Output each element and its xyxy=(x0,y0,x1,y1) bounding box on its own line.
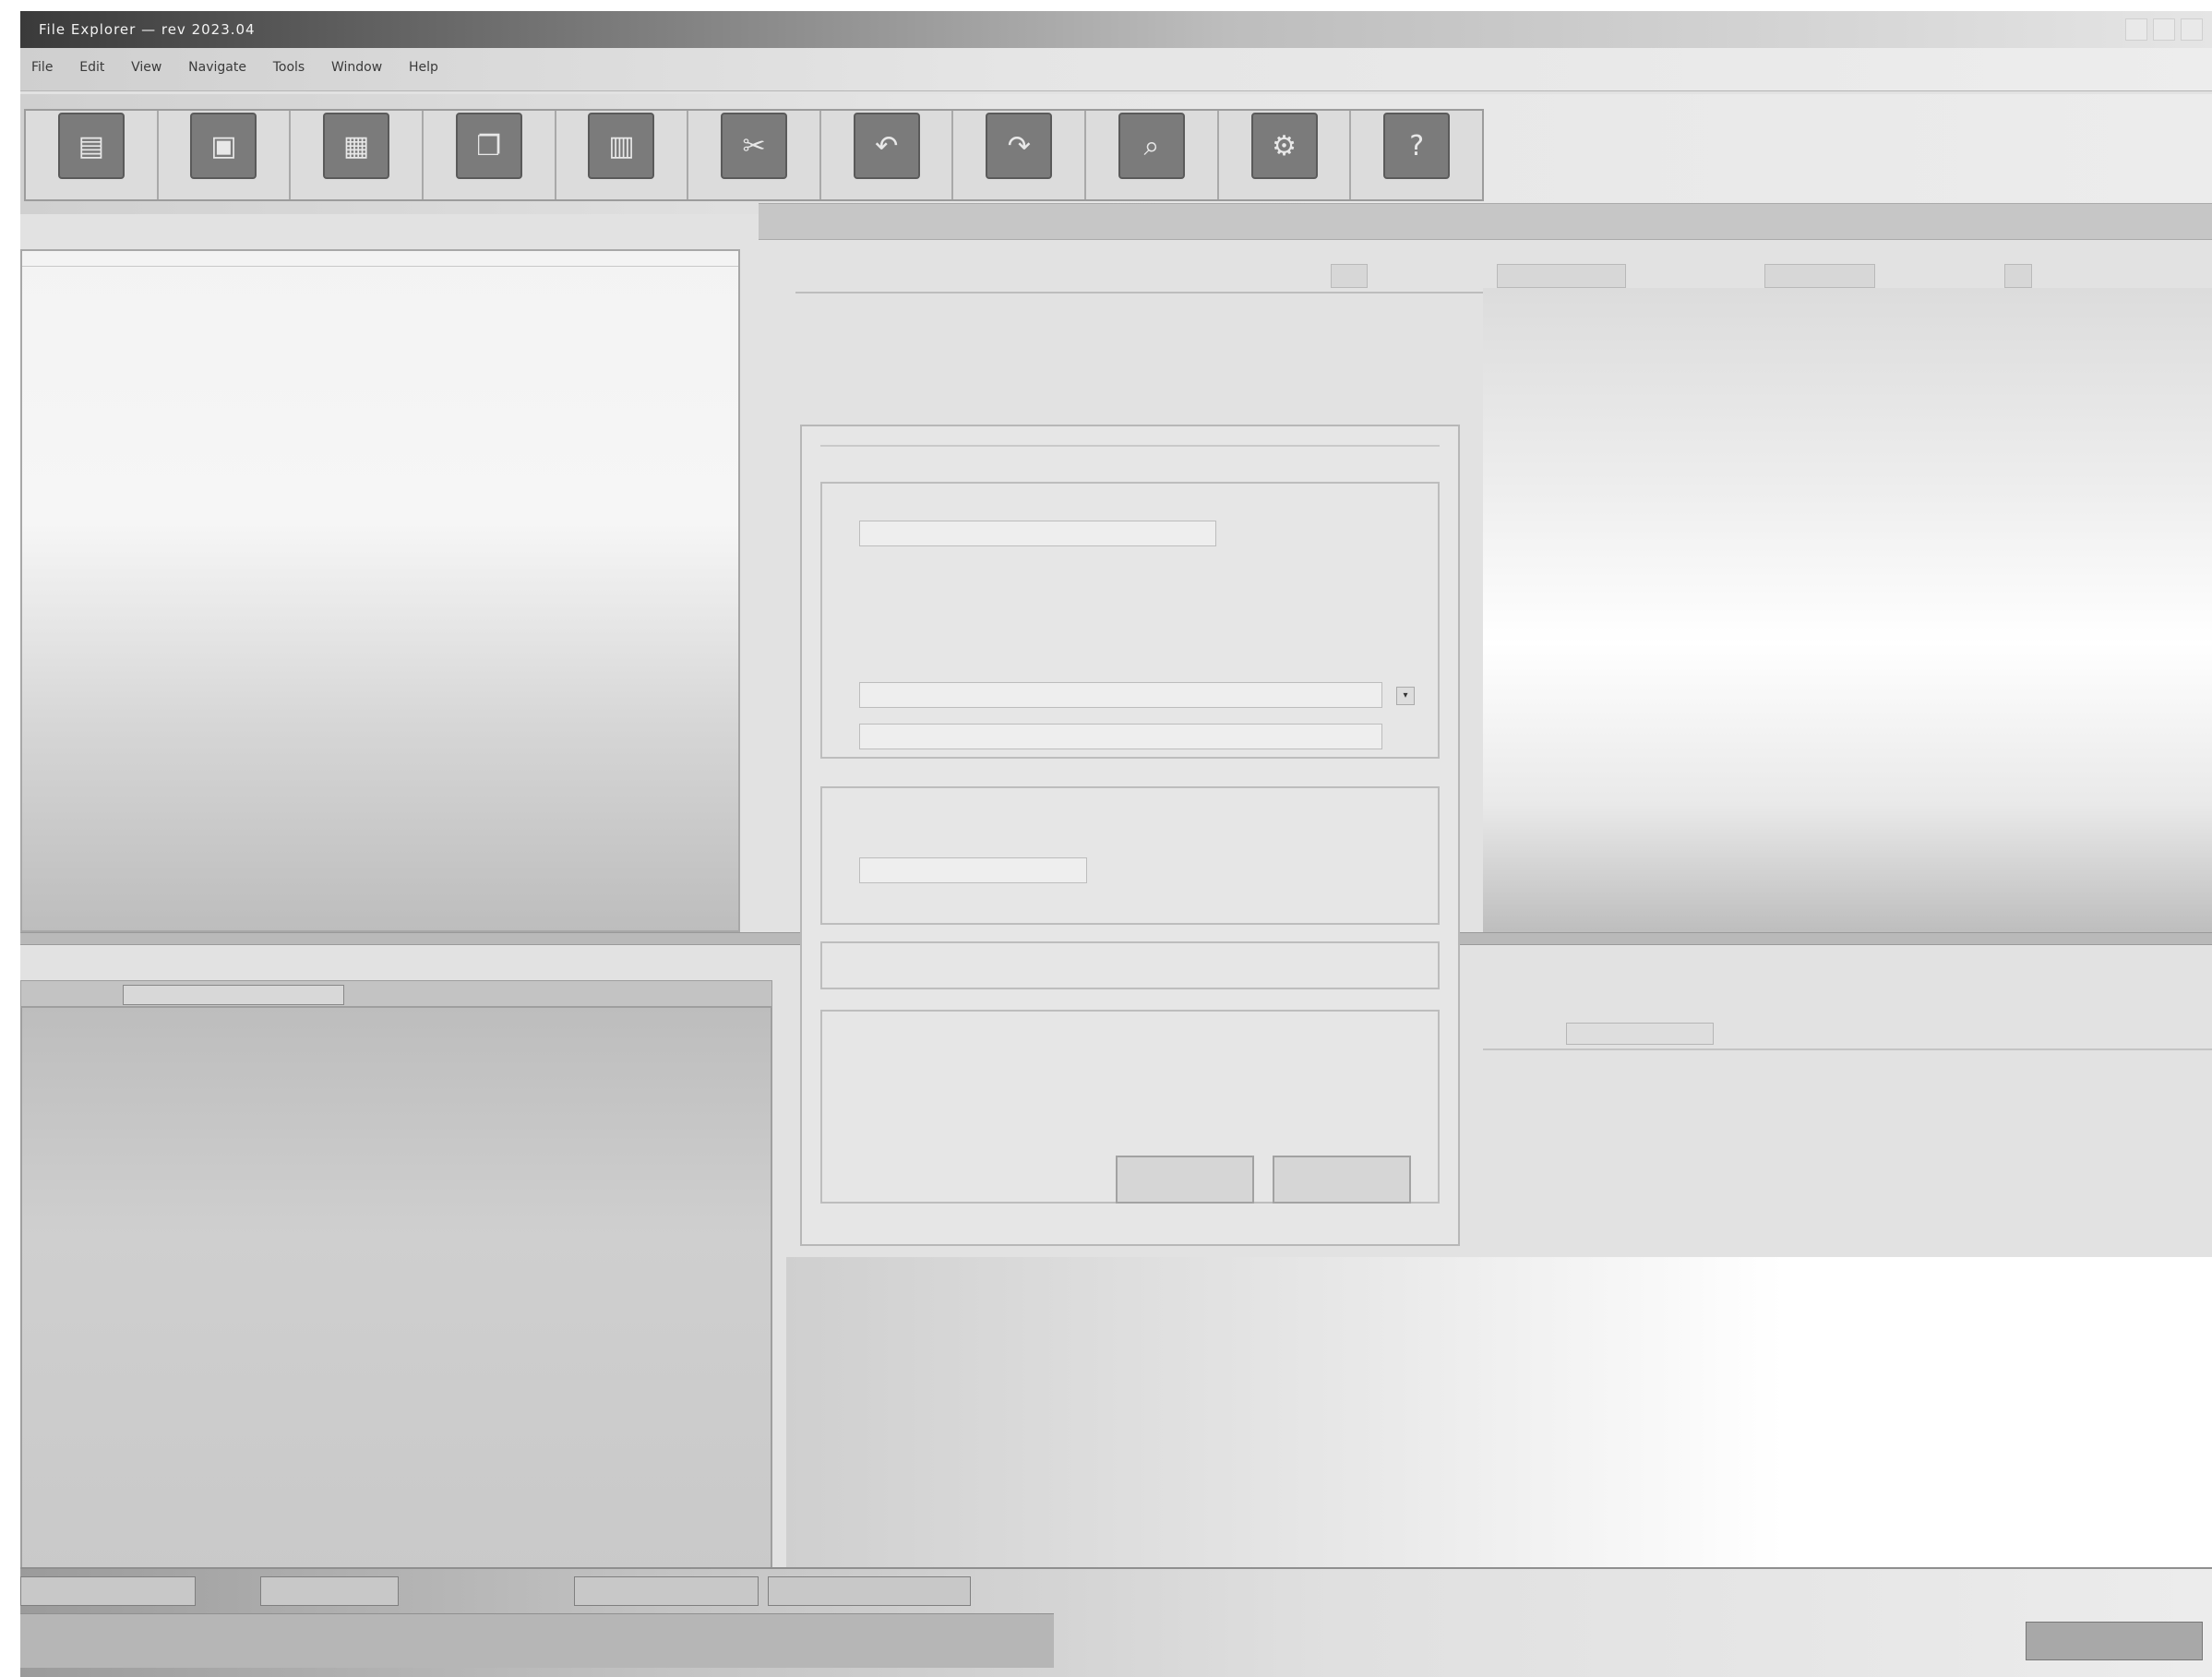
dialog-field[interactable] xyxy=(859,857,1087,883)
dialog-field[interactable] xyxy=(859,521,1216,546)
dialog-divider xyxy=(820,445,1440,447)
right-tab[interactable] xyxy=(1566,1023,1714,1045)
folder-icon: ▤ xyxy=(57,113,125,179)
lower-left-tabbar xyxy=(20,980,772,1008)
tool-print-button[interactable]: ▦ xyxy=(291,111,424,199)
menu-help[interactable]: Help xyxy=(398,48,449,78)
lower-left-panel xyxy=(20,1006,772,1578)
dialog-group-box: ▾ xyxy=(820,482,1440,759)
menu-bar: File Edit View Navigate Tools Window Hel… xyxy=(20,48,2212,91)
status-bar xyxy=(20,1567,2212,1677)
dialog-select[interactable] xyxy=(859,724,1382,749)
tab-item[interactable] xyxy=(2004,264,2032,288)
menu-tools[interactable]: Tools xyxy=(262,48,317,78)
dialog: ▾ xyxy=(800,425,1460,1246)
settings-icon: ⚙ xyxy=(1250,113,1318,179)
tool-settings-button[interactable]: ⚙ xyxy=(1219,111,1352,199)
title-bar: File Explorer — rev 2023.04 xyxy=(20,11,2212,48)
tab-item[interactable] xyxy=(1497,264,1626,288)
tool-undo-button[interactable]: ↶ xyxy=(821,111,954,199)
status-segment xyxy=(768,1576,971,1606)
left-panel xyxy=(20,249,740,932)
tool-search-button[interactable]: ⌕ xyxy=(1086,111,1219,199)
app-window: File Explorer — rev 2023.04 File Edit Vi… xyxy=(20,11,2212,1677)
search-icon: ⌕ xyxy=(1118,113,1185,179)
tool-save-button[interactable]: ▣ xyxy=(159,111,292,199)
dialog-group-box xyxy=(820,786,1440,925)
menu-window[interactable]: Window xyxy=(320,48,393,78)
dialog-select[interactable]: ▾ xyxy=(859,682,1415,708)
copy-icon: ❐ xyxy=(455,113,522,179)
lower-right-panel xyxy=(786,1257,2212,1571)
save-icon: ▣ xyxy=(190,113,257,179)
tool-redo-button[interactable]: ↷ xyxy=(953,111,1087,199)
left-panel-header xyxy=(22,251,738,267)
menu-file[interactable]: File xyxy=(20,48,64,78)
ok-button[interactable] xyxy=(1116,1156,1254,1204)
tool-copy-button[interactable]: ❐ xyxy=(424,111,556,199)
toolbar: ▤ ▣ ▦ ❐ ▥ ✂ ↶ ↷ ⌕ ⚙ ? xyxy=(20,94,2212,214)
maximize-icon[interactable] xyxy=(2153,18,2175,41)
tool-paste-button[interactable]: ▥ xyxy=(556,111,689,199)
chevron-down-icon[interactable]: ▾ xyxy=(1396,687,1415,705)
secondary-toolbar-strip xyxy=(759,203,2212,240)
print-icon: ▦ xyxy=(323,113,390,179)
dialog-field-bar[interactable] xyxy=(820,941,1440,989)
menu-view[interactable]: View xyxy=(120,48,173,78)
undo-icon: ↶ xyxy=(853,113,920,179)
close-icon[interactable] xyxy=(2181,18,2203,41)
window-title: File Explorer — rev 2023.04 xyxy=(39,21,256,38)
status-corner-widget[interactable] xyxy=(2026,1622,2203,1660)
redo-icon: ↷ xyxy=(986,113,1053,179)
cancel-button[interactable] xyxy=(1273,1156,1411,1204)
menu-navigate[interactable]: Navigate xyxy=(177,48,257,78)
menu-edit[interactable]: Edit xyxy=(68,48,115,78)
tool-cut-button[interactable]: ✂ xyxy=(688,111,821,199)
status-bar-row xyxy=(20,1613,1054,1668)
status-segment xyxy=(260,1576,399,1606)
right-tabbar xyxy=(1483,1017,2212,1050)
help-icon: ? xyxy=(1383,113,1451,179)
right-panel xyxy=(1483,288,2212,934)
minimize-icon[interactable] xyxy=(2125,18,2147,41)
tab-item[interactable] xyxy=(1331,264,1368,288)
status-segment xyxy=(20,1576,196,1606)
cut-icon: ✂ xyxy=(721,113,788,179)
tool-help-button[interactable]: ? xyxy=(1351,111,1482,199)
tool-folder-button[interactable]: ▤ xyxy=(26,111,159,199)
paste-icon: ▥ xyxy=(588,113,655,179)
status-segment xyxy=(574,1576,759,1606)
toolbar-group: ▤ ▣ ▦ ❐ ▥ ✂ ↶ ↷ ⌕ ⚙ ? xyxy=(24,109,1484,201)
lower-left-tab[interactable] xyxy=(123,985,344,1005)
tab-item[interactable] xyxy=(1764,264,1875,288)
